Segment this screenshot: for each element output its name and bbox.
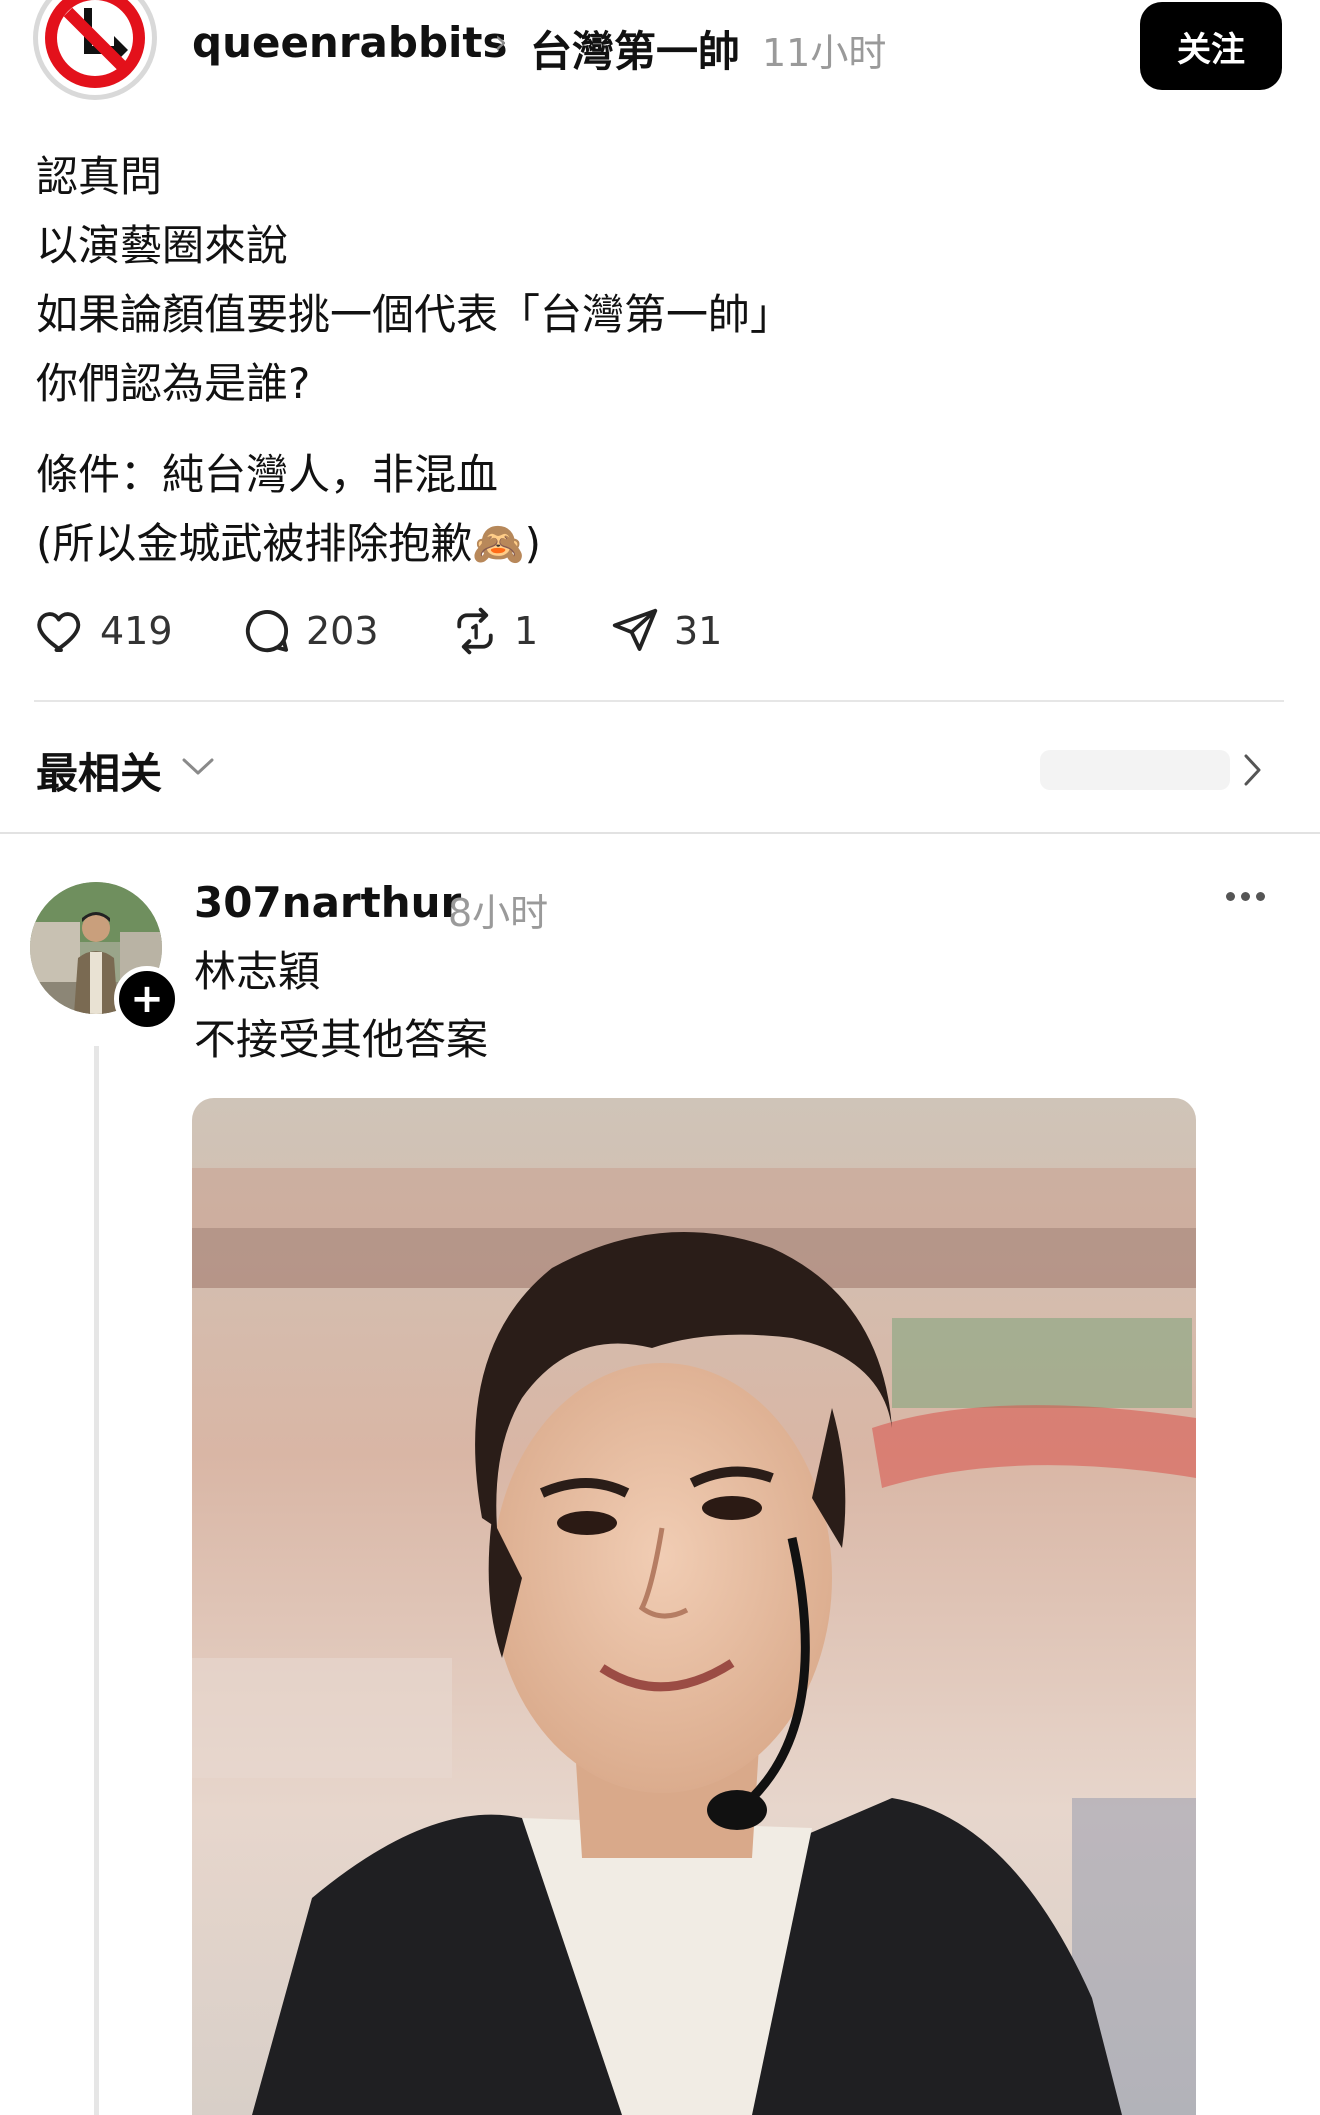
reply-timestamp: 8小时 <box>448 891 549 935</box>
post-timestamp: 11小时 <box>762 31 887 75</box>
reply-line: 林志穎 <box>194 947 321 996</box>
post-line: 如果論顏值要挑一個代表「台灣第一帥」 <box>36 290 793 339</box>
no-left-turn-sign-icon <box>33 0 157 100</box>
comment-button[interactable]: 203 <box>240 604 379 658</box>
heart-icon <box>37 612 81 653</box>
divider <box>34 700 1284 702</box>
post-line: 你們認為是誰? <box>36 359 311 408</box>
op-username[interactable]: queenrabbits <box>192 18 508 67</box>
breadcrumb-separator: › <box>494 22 508 62</box>
comment-count: 203 <box>306 609 379 653</box>
reply-username[interactable]: 307narthur <box>194 878 461 927</box>
chevron-down-icon[interactable] <box>180 752 216 786</box>
comment-bubble-icon <box>245 610 289 653</box>
repost-count: 1 <box>514 609 539 653</box>
post-line: 以演藝圈來說 <box>36 221 289 270</box>
op-avatar[interactable] <box>30 0 160 110</box>
share-button[interactable]: 31 <box>608 604 722 658</box>
follow-button[interactable]: 关注 <box>1140 2 1282 90</box>
sort-dropdown[interactable]: 最相关 <box>36 740 162 801</box>
like-count: 419 <box>100 609 173 653</box>
like-button[interactable]: 419 <box>34 604 173 658</box>
follow-plus-icon[interactable]: + <box>114 966 180 1032</box>
portrait-image <box>192 1098 1196 2115</box>
reply-body: 林志穎 不接受其他答案 <box>194 938 488 1074</box>
post-line: 條件：純台灣人，非混血 <box>36 450 499 499</box>
activity-preview[interactable] <box>1040 750 1230 790</box>
reply-line: 不接受其他答案 <box>194 1015 489 1064</box>
more-dots-icon[interactable] <box>1226 892 1265 901</box>
repost-button[interactable]: 1 <box>448 604 538 658</box>
chevron-right-icon[interactable] <box>1238 750 1268 794</box>
section-divider <box>0 832 1320 834</box>
repost-icon <box>457 607 493 655</box>
send-icon <box>612 608 658 651</box>
topic-tag[interactable]: 台灣第一帥 <box>530 18 740 79</box>
post-line: 認真問 <box>36 152 163 201</box>
post-line: (所以金城武被排除抱歉🙈) <box>36 519 542 568</box>
thread-line <box>94 1046 99 2115</box>
share-count: 31 <box>674 609 723 653</box>
post-body: 認真問 以演藝圈來說 如果論顏值要挑一個代表「台灣第一帥」 你們認為是誰? 條件… <box>36 142 792 578</box>
reply-photo[interactable] <box>192 1098 1196 2115</box>
